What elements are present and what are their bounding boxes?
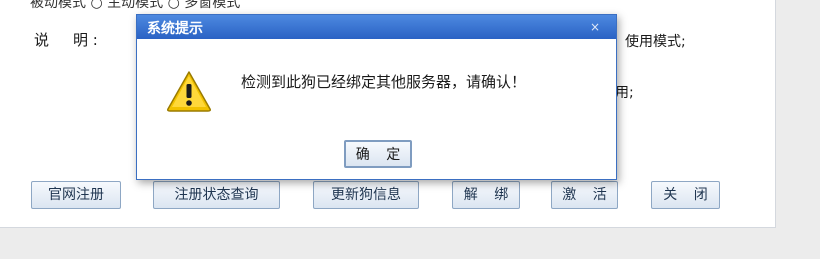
- mode-options-line: 被动模式 ○ 主动模式 ○ 多窗模式: [30, 0, 241, 11]
- activate-button[interactable]: 激 活: [551, 181, 618, 209]
- description-text-mode: 使用模式;: [625, 34, 686, 50]
- unbind-button[interactable]: 解 绑: [452, 181, 520, 209]
- description-label: 说 明 :: [34, 29, 98, 50]
- warning-icon: [167, 71, 211, 112]
- ok-button[interactable]: 确 定: [344, 140, 412, 168]
- description-label-part-2: 明 :: [73, 31, 98, 49]
- close-button[interactable]: 关 闭: [651, 181, 720, 209]
- update-dongle-button[interactable]: 更新狗信息: [313, 181, 419, 209]
- description-text-use: 用;: [615, 85, 634, 101]
- dialog-titlebar[interactable]: 系统提示 ×: [137, 15, 616, 39]
- description-label-part-1: 说: [34, 31, 50, 49]
- close-icon[interactable]: ×: [588, 20, 602, 34]
- status-query-button[interactable]: 注册状态查询: [153, 181, 280, 209]
- dialog-title: 系统提示: [147, 21, 203, 37]
- official-register-button[interactable]: 官网注册: [31, 181, 121, 209]
- dialog-message: 检测到此狗已经绑定其他服务器，请确认！: [241, 73, 527, 91]
- system-prompt-dialog: 系统提示 × 检测到此狗已经绑定其他服务器，请确认！ 确 定: [136, 14, 617, 180]
